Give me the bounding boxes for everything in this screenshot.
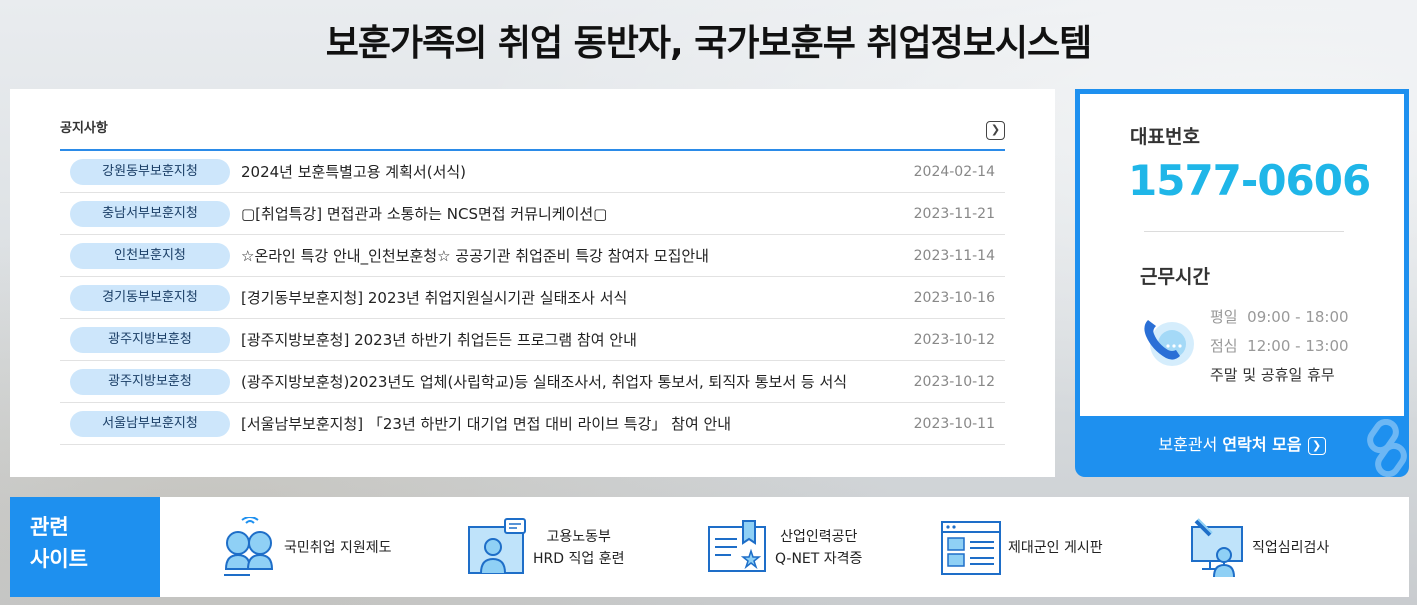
certificate-icon [708,520,766,572]
notice-row[interactable]: 강원동부보훈지청 2024년 보훈특별고용 계획서(서식) 2024-02-14 [60,151,1005,193]
phone-icon [1144,320,1194,366]
site-label: 직업심리검사 [1252,540,1330,556]
people-icon [224,517,274,576]
site-link-national-employment[interactable]: 국민취업 지원제도 [220,513,392,583]
notice-row[interactable]: 광주지방보훈청 [광주지방보훈청] 2023년 하반기 취업든든 프로그램 참여… [60,319,1005,361]
notice-date: 2023-10-16 [913,289,995,306]
notice-row[interactable]: 서울남부보훈지청 [서울남부보훈지청] 「23년 하반기 대기업 면접 대비 라… [60,403,1005,445]
notice-date: 2023-10-12 [913,373,995,390]
notice-org-badge: 강원동부보훈지청 [70,158,230,185]
hours-lunch: 점심 12:00 - 13:00 [1210,337,1349,355]
rep-number: 1577-0606 [1128,156,1371,205]
notice-org-badge: 경기동부보훈지청 [70,284,230,311]
related-sites-label: 관련 사이트 [10,497,160,597]
notice-org-badge: 인천보훈지청 [70,242,230,269]
test-icon [1191,518,1243,578]
notice-date: 2023-10-11 [913,415,995,432]
notice-more-button[interactable]: ❯ [986,121,1005,140]
site-label: 제대군인 게시판 [1008,540,1103,556]
notice-org-badge: 충남서부보훈지청 [70,200,230,227]
notice-panel: 공지사항 ❯ 강원동부보훈지청 2024년 보훈특별고용 계획서(서식) 202… [10,89,1055,477]
notice-date: 2023-10-12 [913,331,995,348]
divider [1144,231,1344,232]
notice-title-link[interactable]: [서울남부보훈지청] 「23년 하반기 대기업 면접 대비 라이브 특강」 참여… [241,413,896,434]
site-label: 산업인력공단 Q-NET 자격증 [775,529,863,567]
notice-title-link[interactable]: ▢[취업특강] 면접관과 소통하는 NCS면접 커뮤니케이션▢ [241,203,896,224]
site-label: 국민취업 지원제도 [284,540,392,556]
hours-label: 근무시간 [1140,266,1210,288]
notice-list: 강원동부보훈지청 2024년 보훈특별고용 계획서(서식) 2024-02-14… [60,149,1005,445]
board-icon [941,521,1001,575]
notice-title-link[interactable]: [경기동부보훈지청] 2023년 취업지원실시기관 실태조사 서식 [241,287,896,308]
rep-number-label: 대표번호 [1130,126,1200,148]
site-label: 고용노동부 HRD 직업 훈련 [533,529,625,567]
notice-row[interactable]: 충남서부보훈지청 ▢[취업특강] 면접관과 소통하는 NCS면접 커뮤니케이션▢… [60,193,1005,235]
contact-info-box: 대표번호 1577-0606 근무시간 평일 09:00 - 18:00 점심 … [1080,94,1404,416]
chevron-right-icon: ❯ [990,123,1001,136]
notice-heading: 공지사항 [60,121,108,136]
contact-list-link[interactable]: 보훈관서 연락처 모음 ❯ [1075,431,1409,455]
notice-org-badge: 광주지방보훈청 [70,326,230,353]
contact-panel: 대표번호 1577-0606 근무시간 평일 09:00 - 18:00 점심 … [1075,89,1409,477]
notice-date: 2023-11-21 [913,205,995,222]
notice-title-link[interactable]: 2024년 보훈특별고용 계획서(서식) [241,161,896,182]
notice-date: 2024-02-14 [913,163,995,180]
hours-holiday: 주말 및 공휴일 휴무 [1210,366,1335,384]
notice-row[interactable]: 경기동부보훈지청 [경기동부보훈지청] 2023년 취업지원실시기관 실태조사 … [60,277,1005,319]
chevron-right-icon: ❯ [1307,436,1326,455]
site-link-career-test[interactable]: 직업심리검사 [1188,513,1329,583]
teacher-icon [468,518,526,574]
notice-org-badge: 광주지방보훈청 [70,368,230,395]
site-link-hrd[interactable]: 고용노동부 HRD 직업 훈련 [465,513,624,583]
page-title: 보훈가족의 취업 동반자, 국가보훈부 취업정보시스템 [325,23,1092,64]
site-link-qnet[interactable]: 산업인력공단 Q-NET 자격증 [705,513,862,583]
notice-title-link[interactable]: (광주지방보훈청)2023년도 업체(사립학교)등 실태조사서, 취업자 통보서… [241,371,896,392]
notice-row[interactable]: 광주지방보훈청 (광주지방보훈청)2023년도 업체(사립학교)등 실태조사서,… [60,361,1005,403]
notice-title-link[interactable]: ☆온라인 특강 안내_인천보훈청☆ 공공기관 취업준비 특강 참여자 모집안내 [241,245,896,266]
related-sites-bar: 관련 사이트 국민취업 지원제도 고용노동부 HRD 직업 훈련 산업인력공단 … [10,497,1409,597]
site-link-veterans-board[interactable]: 제대군인 게시판 [940,513,1103,583]
notice-date: 2023-11-14 [913,247,995,264]
notice-row[interactable]: 인천보훈지청 ☆온라인 특강 안내_인천보훈청☆ 공공기관 취업준비 특강 참여… [60,235,1005,277]
notice-org-badge: 서울남부보훈지청 [70,410,230,437]
hours-weekday: 평일 09:00 - 18:00 [1210,308,1349,326]
notice-title-link[interactable]: [광주지방보훈청] 2023년 하반기 취업든든 프로그램 참여 안내 [241,329,896,350]
